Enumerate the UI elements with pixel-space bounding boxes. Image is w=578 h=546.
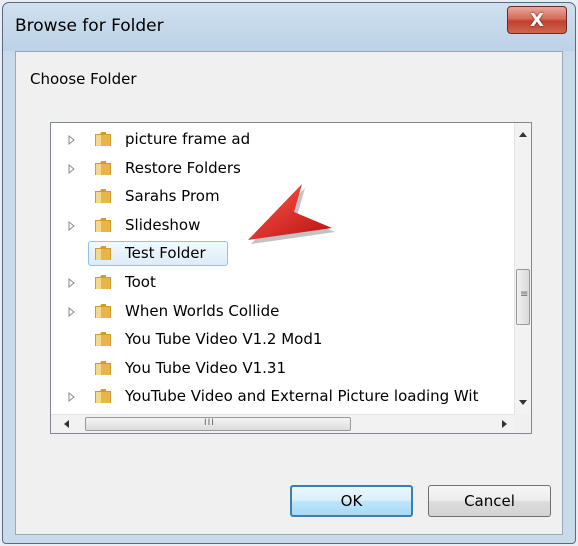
close-button[interactable]: X (507, 6, 567, 34)
scroll-left-arrow-icon[interactable] (59, 417, 73, 431)
folder-icon (94, 188, 112, 204)
folder-icon (94, 131, 112, 147)
expand-triangle-icon[interactable] (68, 306, 78, 318)
folder-icon (94, 331, 112, 347)
scroll-corner (514, 414, 531, 433)
folder-icon (94, 217, 112, 233)
tree-item-label: Restore Folders (125, 158, 241, 177)
folder-icon (94, 388, 112, 404)
tree-item[interactable]: picture frame ad (51, 126, 514, 153)
choose-folder-prompt: Choose Folder (30, 70, 137, 88)
tree-item-label: Test Folder (125, 244, 206, 263)
tree-item[interactable]: Toot (51, 269, 514, 296)
tree-item[interactable]: YouTube Video and External Picture loadi… (51, 383, 514, 410)
tree-item-label: Sarahs Prom (125, 187, 220, 206)
tree-item[interactable]: You Tube Video V1.2 Mod1 (51, 326, 514, 353)
expand-triangle-icon[interactable] (68, 163, 78, 175)
tree-item-label: You Tube Video V1.31 (125, 358, 286, 377)
tree-item-label: Toot (125, 273, 156, 291)
expand-triangle-icon[interactable] (68, 220, 78, 232)
horizontal-scroll-thumb[interactable]: III (85, 417, 351, 431)
expand-triangle-icon[interactable] (68, 277, 78, 289)
expand-triangle-icon[interactable] (68, 134, 78, 146)
tree-item[interactable]: Restore Folders (51, 155, 514, 182)
horizontal-scrollbar[interactable]: III (51, 414, 514, 433)
tree-item-label: Slideshow (125, 215, 201, 234)
scroll-right-arrow-icon[interactable] (497, 417, 511, 431)
vertical-scrollbar[interactable]: ≡ (514, 123, 531, 414)
cancel-button[interactable]: Cancel (428, 485, 551, 517)
tree-item[interactable]: You Tube Video V1.31 (51, 355, 514, 382)
tree-item-label: YouTube Video and External Picture loadi… (125, 387, 479, 406)
grip-icon: III (204, 418, 215, 428)
expand-triangle-icon[interactable] (68, 391, 78, 403)
folder-tree-rows: picture frame ad Restore Folders Sarahs Pr… (51, 123, 514, 414)
folder-icon (94, 303, 112, 319)
folder-icon (94, 360, 112, 376)
red-arrow-icon (248, 184, 335, 244)
folder-icon (94, 274, 112, 290)
folder-icon (94, 160, 112, 176)
scroll-up-arrow-icon[interactable] (516, 127, 530, 141)
scroll-down-arrow-icon[interactable] (516, 395, 530, 409)
tree-item-label: You Tube Video V1.2 Mod1 (125, 330, 323, 349)
folder-tree[interactable]: picture frame ad Restore Folders Sarahs Pr… (50, 122, 532, 434)
ok-button[interactable]: OK (290, 485, 413, 517)
tree-item-label: picture frame ad (125, 130, 251, 148)
tree-item-label: When Worlds Collide (125, 301, 280, 320)
vertical-scroll-thumb[interactable]: ≡ (516, 269, 530, 325)
folder-icon (94, 245, 112, 261)
tree-item[interactable]: When Worlds Collide (51, 298, 514, 325)
window-title: Browse for Folder (15, 16, 164, 36)
grip-icon: ≡ (520, 289, 529, 300)
